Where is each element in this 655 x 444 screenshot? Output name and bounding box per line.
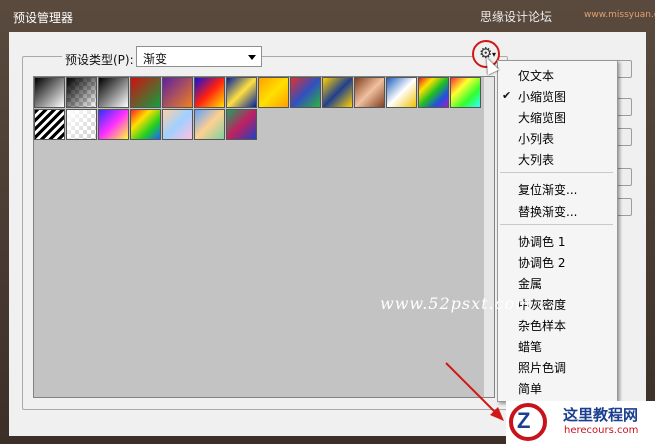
menu-separator [500, 224, 613, 225]
annotation-arrow-icon [445, 362, 504, 421]
gradient-swatch[interactable] [226, 109, 257, 140]
menu-item-replace[interactable]: 替换渐变... [518, 203, 577, 220]
menu-item-large-list[interactable]: 大列表 [518, 151, 554, 168]
title-bar: 预设管理器 思缘设计论坛 www.missyuan.com [0, 0, 655, 32]
gradient-swatch[interactable] [162, 109, 193, 140]
gradient-swatch[interactable] [162, 77, 193, 108]
menu-item-metals[interactable]: 金属 [518, 275, 542, 292]
check-icon: ✔ [502, 89, 512, 102]
chevron-down-icon [248, 55, 256, 60]
menu-item-large-thumb[interactable]: 大缩览图 [518, 109, 566, 126]
gradient-swatch[interactable] [354, 77, 385, 108]
menu-item-text-only[interactable]: 仅文本 [518, 67, 554, 84]
gradient-swatch[interactable] [66, 109, 97, 140]
gradient-swatch[interactable] [194, 109, 225, 140]
menu-item-harmonies-1[interactable]: 协调色 1 [518, 233, 565, 250]
gear-dropdown-menu: 仅文本 ✔ 小缩览图 大缩览图 小列表 大列表 复位渐变... 替换渐变... … [497, 60, 618, 402]
watermark-text: 思缘设计论坛 [480, 10, 553, 24]
gradient-swatch[interactable] [130, 77, 161, 108]
gradient-swatch[interactable] [386, 77, 417, 108]
site-logo: Z 这里教程网 herecours.com [506, 401, 655, 444]
watermark-site: www.52psxt.com [380, 294, 532, 313]
logo-title: 这里教程网 [563, 406, 639, 424]
gradient-swatch[interactable] [418, 77, 449, 108]
menu-item-pastels[interactable]: 蜡笔 [518, 338, 542, 355]
menu-item-small-thumb[interactable]: 小缩览图 [518, 88, 566, 105]
menu-item-small-list[interactable]: 小列表 [518, 130, 554, 147]
gradient-swatch[interactable] [98, 109, 129, 140]
logo-url: herecours.com [564, 425, 639, 436]
window-title: 预设管理器 [13, 11, 74, 25]
gradient-swatch[interactable] [34, 77, 65, 108]
logo-z-mark: Z [517, 408, 531, 433]
preset-manager-window: 预设管理器 思缘设计论坛 www.missyuan.com 预设类型(P): 渐… [0, 0, 655, 444]
gradient-swatch[interactable] [66, 77, 97, 108]
gradient-swatch[interactable] [34, 109, 65, 140]
watermark-sub: www.missyuan.com [584, 10, 655, 20]
gradient-swatch[interactable] [194, 77, 225, 108]
gradient-swatch[interactable] [130, 109, 161, 140]
scrollbar[interactable] [484, 77, 494, 397]
menu-item-reset[interactable]: 复位渐变... [518, 181, 577, 198]
gradient-swatch[interactable] [322, 77, 353, 108]
menu-item-noise-samples[interactable]: 杂色样本 [518, 317, 566, 334]
gradient-swatch[interactable] [450, 77, 481, 108]
preset-type-label: 预设类型(P): [62, 51, 137, 68]
gradient-swatch[interactable] [258, 77, 289, 108]
gradient-swatch[interactable] [290, 77, 321, 108]
preset-type-select[interactable]: 渐变 [136, 46, 262, 67]
menu-separator [500, 172, 613, 173]
gradient-swatch[interactable] [226, 77, 257, 108]
menu-item-photographic-toning[interactable]: 照片色调 [518, 359, 566, 376]
menu-item-simple[interactable]: 简单 [518, 380, 542, 397]
gradient-swatch[interactable] [98, 77, 129, 108]
gradient-grid[interactable] [33, 76, 495, 398]
preset-type-value: 渐变 [143, 52, 168, 66]
menu-item-harmonies-2[interactable]: 协调色 2 [518, 254, 565, 271]
